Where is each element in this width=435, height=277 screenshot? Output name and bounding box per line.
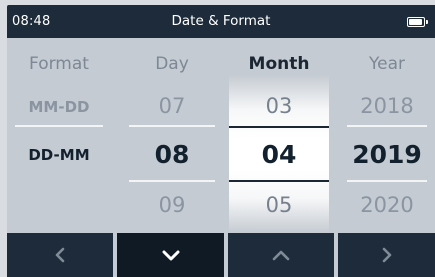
status-bar: 08:48 Date & Format xyxy=(7,5,435,38)
nav-down-button[interactable] xyxy=(117,233,224,277)
month-selected-value[interactable]: 04 xyxy=(229,137,329,173)
month-selection-top-line xyxy=(229,126,329,128)
chevron-left-icon xyxy=(55,247,65,263)
day-selected-value[interactable]: 08 xyxy=(122,137,222,173)
year-column-header[interactable]: Year xyxy=(339,38,435,91)
year-top-separator-line xyxy=(347,125,427,127)
chevron-right-icon xyxy=(382,247,391,263)
nav-right-button[interactable] xyxy=(338,233,435,277)
year-selected-value[interactable]: 2019 xyxy=(339,137,435,173)
screen-title: Date & Format xyxy=(171,13,271,29)
device-screen: 08:48 Date & Format Format Day Month Yea… xyxy=(7,5,435,277)
battery-full-icon xyxy=(407,17,428,27)
day-top-separator-line xyxy=(129,125,215,127)
month-next-value[interactable]: 05 xyxy=(229,190,329,220)
bottom-navigation xyxy=(7,233,435,277)
day-prev-value[interactable]: 07 xyxy=(122,91,222,121)
chevron-down-icon xyxy=(162,250,179,261)
day-next-value[interactable]: 09 xyxy=(122,190,222,220)
format-option-dd-mm[interactable]: DD-MM xyxy=(7,141,111,169)
nav-left-button[interactable] xyxy=(7,233,113,277)
format-option-mm-dd[interactable]: MM-DD xyxy=(7,93,111,121)
format-column-header[interactable]: Format xyxy=(7,38,111,91)
month-selection-bottom-line xyxy=(229,180,329,182)
format-separator-line xyxy=(15,125,103,127)
month-prev-value[interactable]: 03 xyxy=(229,91,329,121)
nav-up-button[interactable] xyxy=(228,233,334,277)
year-prev-value[interactable]: 2018 xyxy=(339,91,435,121)
year-bottom-separator-line xyxy=(347,180,427,182)
chevron-up-icon xyxy=(272,250,290,261)
year-next-value[interactable]: 2020 xyxy=(339,190,435,220)
day-bottom-separator-line xyxy=(129,180,215,182)
day-column-header[interactable]: Day xyxy=(122,38,222,91)
